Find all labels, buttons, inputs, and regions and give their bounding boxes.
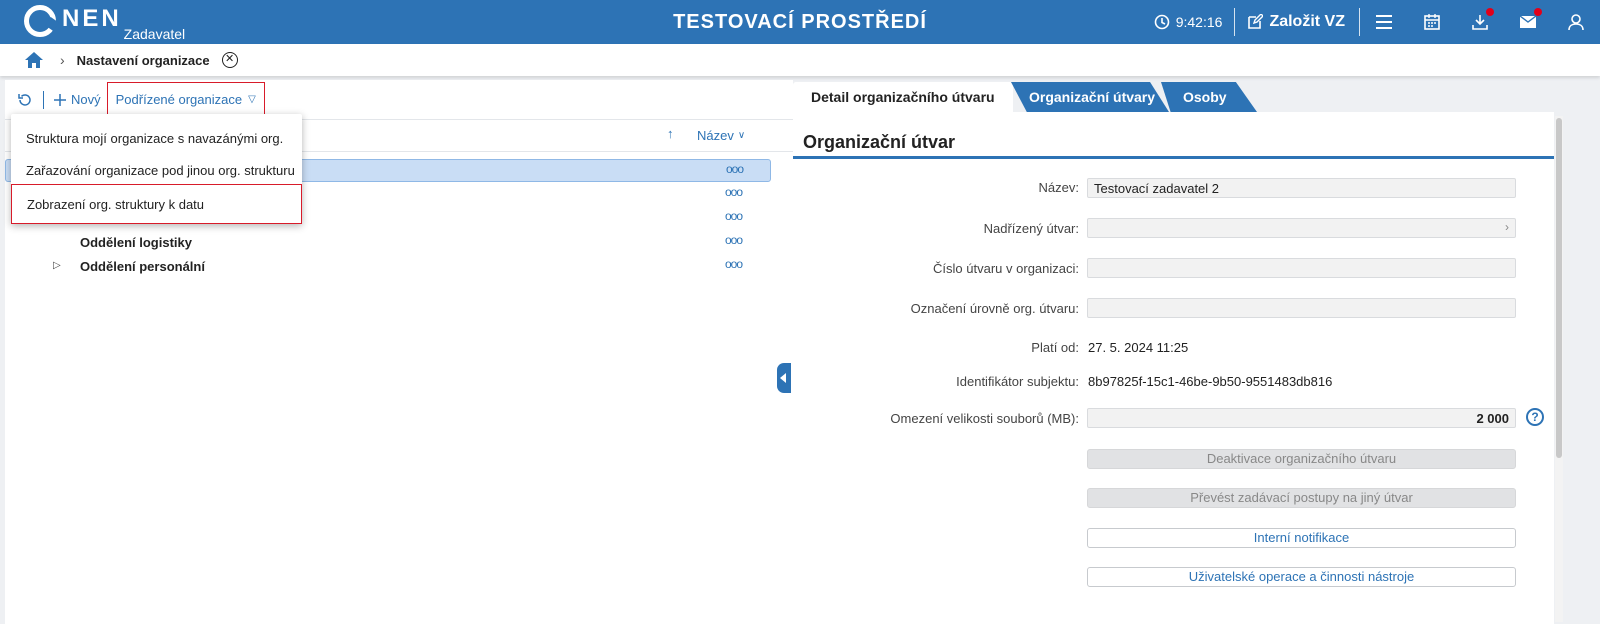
clock-time: 9:42:16	[1175, 14, 1223, 30]
calendar-icon	[1424, 14, 1440, 30]
name-label: Název:	[1038, 180, 1079, 195]
refresh-icon	[18, 93, 31, 106]
sort-ascending-icon[interactable]: ↑	[667, 126, 674, 141]
subordinate-organizations-menu: Struktura mojí organizace s navazánými o…	[11, 114, 302, 224]
messages-button[interactable]	[1504, 0, 1552, 44]
session-clock: 9:42:16	[1142, 0, 1235, 44]
download-icon	[1472, 15, 1488, 30]
user-operations-button[interactable]: Uživatelské operace a činnosti nástroje	[1087, 567, 1516, 587]
sort-name-label: Název	[697, 128, 734, 143]
section-title: Organizační útvar	[803, 132, 956, 152]
parent-unit-label: Nadřízený útvar:	[983, 221, 1079, 236]
subject-id-label: Identifikátor subjektu:	[956, 374, 1079, 389]
home-icon	[25, 52, 43, 68]
collapse-panel-button[interactable]	[777, 363, 791, 393]
subject-id-value: 8b97825f-15c1-46be-9b50-9551483db816	[1088, 374, 1333, 389]
home-button[interactable]	[20, 51, 48, 69]
menu-icon	[1376, 15, 1392, 29]
triangle-down-icon: ▽	[248, 94, 256, 105]
refresh-button[interactable]	[15, 90, 35, 110]
menu-item-assign-under[interactable]: Zařazování organizace pod jinou org. str…	[11, 154, 302, 186]
subordinate-organizations-dropdown[interactable]: Podřízené organizace ▽	[106, 81, 265, 118]
valid-from-label: Platí od:	[1031, 340, 1079, 355]
mail-icon	[1519, 15, 1537, 28]
parent-unit-select[interactable]: ›	[1087, 218, 1516, 238]
more-options-icon[interactable]: ooo	[725, 257, 743, 271]
sort-by-name[interactable]: Název ∨	[697, 128, 745, 143]
more-options-icon[interactable]: ooo	[725, 209, 743, 223]
top-right-tools: 9:42:16 Založit VZ	[1142, 0, 1600, 44]
new-button-label: Nový	[71, 92, 101, 107]
valid-from-value: 27. 5. 2024 11:25	[1088, 340, 1189, 355]
close-tab-icon[interactable]: ✕	[221, 52, 238, 68]
user-button[interactable]	[1552, 0, 1600, 44]
file-size-limit-field[interactable]: 2 000	[1087, 408, 1516, 428]
more-options-icon[interactable]: ooo	[725, 233, 743, 247]
create-vz-button[interactable]: Založit VZ	[1235, 0, 1359, 44]
detail-panel: Detail organizačního útvaru Organizační …	[793, 80, 1567, 624]
plus-icon	[54, 93, 66, 106]
clock-icon	[1154, 14, 1170, 30]
expand-toggle-icon[interactable]: ▷	[53, 260, 61, 271]
tree-row[interactable]: Oddělení logistiky ooo	[5, 231, 771, 254]
detail-content: Organizační útvar Název: Testovací zadav…	[793, 112, 1554, 624]
tab-persons[interactable]: Osoby	[1161, 82, 1257, 112]
internal-notifications-button[interactable]: Interní notifikace	[1087, 528, 1516, 548]
file-size-limit-label: Omezení velikosti souborů (MB):	[890, 411, 1079, 426]
unit-level-field[interactable]	[1087, 298, 1516, 318]
chevron-right-icon: ›	[1505, 220, 1509, 234]
help-icon[interactable]: ?	[1526, 408, 1544, 426]
unit-number-field[interactable]	[1087, 258, 1516, 278]
transfer-procedures-button[interactable]: Převést zadávací postupy na jiný útvar	[1087, 488, 1516, 508]
user-icon	[1568, 14, 1584, 31]
tree-row-label: Oddělení logistiky	[80, 235, 192, 250]
chevron-right-icon: ›	[60, 52, 65, 68]
subordinate-organizations-label: Podřízené organizace	[115, 92, 243, 107]
menu-item-structure-by-date[interactable]: Zobrazení org. struktury k datu	[11, 184, 302, 224]
tab-org-units[interactable]: Organizační útvary	[1011, 82, 1169, 112]
edit-icon	[1248, 14, 1264, 29]
top-bar: NEN Zadavatel TESTOVACÍ PROSTŘEDÍ 9:42:1…	[0, 0, 1600, 44]
detail-scrollbar[interactable]	[1555, 116, 1563, 622]
more-options-icon[interactable]: ooo	[726, 162, 744, 176]
deactivate-unit-button[interactable]: Deaktivace organizačního útvaru	[1087, 449, 1516, 469]
unit-number-label: Číslo útvaru v organizaci:	[933, 261, 1079, 276]
more-options-icon[interactable]: ooo	[725, 185, 743, 199]
breadcrumb-current: Nastavení organizace	[76, 52, 210, 68]
downloads-button[interactable]	[1456, 0, 1504, 44]
name-field[interactable]: Testovací zadavatel 2	[1087, 178, 1516, 198]
scroll-thumb[interactable]	[1556, 118, 1562, 458]
chevron-down-icon: ∨	[737, 130, 746, 141]
breadcrumb: › Nastavení organizace ✕	[0, 44, 1600, 76]
section-divider	[793, 156, 1554, 159]
unit-level-label: Označení úrovně org. útvaru:	[910, 301, 1079, 316]
detail-tabs: Detail organizačního útvaru Organizační …	[793, 80, 1567, 112]
menu-item-structure[interactable]: Struktura mojí organizace s navazánými o…	[11, 122, 302, 154]
notification-dot	[1486, 8, 1494, 16]
tree-row[interactable]: ▷ Oddělení personální ooo	[5, 255, 771, 278]
create-vz-label: Založit VZ	[1269, 13, 1345, 30]
menu-button[interactable]	[1360, 0, 1408, 44]
new-button[interactable]: Nový	[54, 92, 101, 107]
separator	[43, 90, 44, 109]
calendar-button[interactable]	[1408, 0, 1456, 44]
tab-detail[interactable]: Detail organizačního útvaru	[793, 82, 1013, 112]
notification-dot	[1534, 8, 1542, 16]
tree-row-label: Oddělení personální	[80, 259, 205, 274]
